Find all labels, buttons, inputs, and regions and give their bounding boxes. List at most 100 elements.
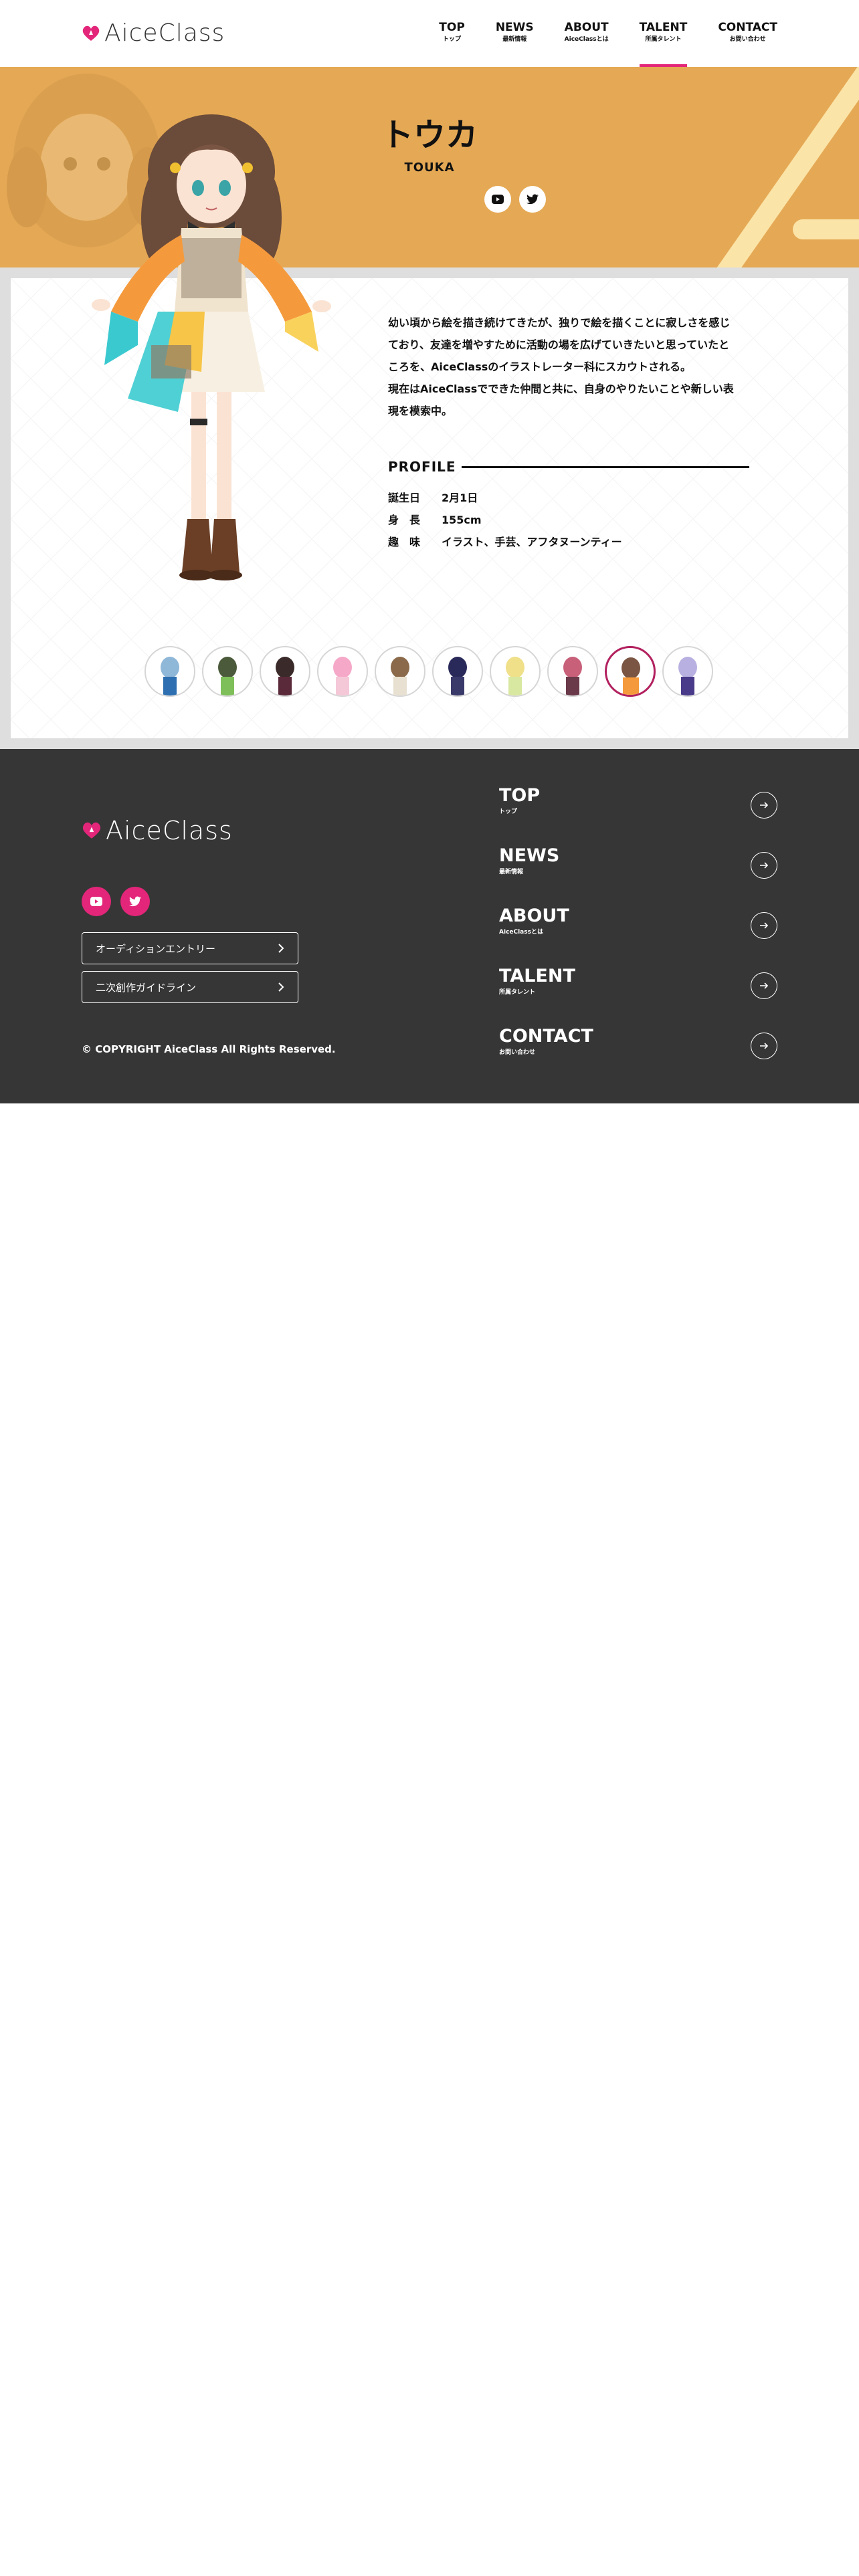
profile-value: 2月1日 bbox=[442, 492, 478, 504]
footer-social-links bbox=[82, 887, 159, 916]
button-label: オーディションエントリー bbox=[96, 942, 215, 955]
button-label: 二次創作ガイドライン bbox=[96, 981, 197, 994]
footer-nav-sublabel: トップ bbox=[499, 809, 518, 815]
talent-avatar-icon bbox=[678, 657, 697, 695]
logo-wordmark: AiceClass bbox=[104, 19, 225, 47]
footer-nav-label: TALENT bbox=[499, 966, 575, 986]
talent-thumbnail[interactable] bbox=[490, 646, 541, 697]
nav-label: TALENT bbox=[639, 21, 688, 34]
youtube-link[interactable] bbox=[82, 887, 111, 916]
nav-label: NEWS bbox=[495, 21, 534, 34]
talent-thumbnail[interactable] bbox=[547, 646, 598, 697]
talent-thumbnail[interactable] bbox=[260, 646, 310, 697]
talent-thumbnail[interactable] bbox=[202, 646, 253, 697]
nav-label: TOP bbox=[439, 21, 465, 34]
talent-avatar-icon bbox=[622, 657, 640, 695]
talent-thumbnail-list bbox=[145, 646, 720, 697]
talent-avatar-icon bbox=[506, 657, 524, 695]
talent-avatar-icon bbox=[563, 657, 582, 695]
footer-nav-sublabel: AiceClassとは bbox=[499, 929, 543, 936]
audition-entry-button[interactable]: オーディションエントリー bbox=[82, 932, 298, 964]
profile-row-birthday: 誕生日 2月1日 bbox=[388, 487, 622, 509]
twitter-link[interactable] bbox=[120, 887, 150, 916]
nav-sublabel: AiceClassとは bbox=[564, 36, 609, 43]
site-header: AiceClass TOP トップ NEWS 最新情報 ABOUT AiceCl… bbox=[0, 0, 859, 67]
arrow-right-icon bbox=[751, 1033, 777, 1059]
youtube-icon bbox=[492, 195, 504, 204]
nav-item-talent[interactable]: TALENT 所属タレント bbox=[639, 20, 688, 67]
footer-nav-sublabel: 所属タレント bbox=[499, 989, 536, 996]
description-line: 幼い頃から絵を描き続けてきたが、独りで絵を描くことに寂しさを感じ bbox=[388, 316, 731, 329]
chevron-right-icon bbox=[278, 982, 284, 992]
talent-thumbnail[interactable] bbox=[145, 646, 195, 697]
arrow-right-icon bbox=[751, 852, 777, 879]
nav-sublabel: 最新情報 bbox=[502, 36, 527, 43]
nav-item-news[interactable]: NEWS 最新情報 bbox=[496, 20, 534, 67]
fan-guideline-button[interactable]: 二次創作ガイドライン bbox=[82, 971, 298, 1003]
youtube-link[interactable] bbox=[484, 186, 511, 213]
talent-avatar-icon bbox=[333, 657, 352, 695]
talent-thumbnail[interactable] bbox=[317, 646, 368, 697]
talent-thumbnail[interactable] bbox=[375, 646, 425, 697]
profile-key: 誕生日 bbox=[388, 492, 421, 504]
twitter-link[interactable] bbox=[519, 186, 546, 213]
arrow-right-icon bbox=[751, 972, 777, 999]
nav-item-about[interactable]: ABOUT AiceClassとは bbox=[565, 20, 609, 67]
profile-heading: PROFILE bbox=[388, 459, 749, 475]
nav-item-top[interactable]: TOP トップ bbox=[439, 20, 465, 67]
talent-avatar-icon bbox=[448, 657, 467, 695]
talent-avatar-icon bbox=[391, 657, 409, 695]
heart-logo-icon bbox=[82, 822, 101, 839]
footer-nav-sublabel: 最新情報 bbox=[499, 869, 524, 875]
nav-sublabel: お問い合わせ bbox=[729, 36, 766, 43]
description-line: ころを、AiceClassのイラストレーター科にスカウトされる。 bbox=[388, 360, 691, 373]
decorative-stripe bbox=[793, 219, 859, 239]
description-line: ており、友達を増やすために活動の場を広げていきたいと思っていたと bbox=[388, 338, 730, 351]
talent-detail-section: 幼い頃から絵を描き続けてきたが、独りで絵を描くことに寂しさを感じ ており、友達を… bbox=[0, 114, 859, 749]
footer-nav-label: TOP bbox=[499, 785, 541, 806]
chevron-right-icon bbox=[278, 944, 284, 953]
talent-thumbnail-selected[interactable] bbox=[605, 646, 656, 697]
youtube-icon bbox=[90, 897, 102, 906]
nav-item-contact[interactable]: CONTACT お問い合わせ bbox=[718, 20, 777, 67]
footer-nav-talent[interactable]: TALENT 所属タレント bbox=[499, 966, 777, 1026]
talent-avatar-icon bbox=[276, 657, 294, 695]
footer-nav-news[interactable]: NEWS 最新情報 bbox=[499, 845, 777, 905]
talent-detail-card: 幼い頃から絵を描き続けてきたが、独りで絵を描くことに寂しさを感じ ており、友達を… bbox=[11, 114, 848, 738]
profile-row-height: 身 長 155cm bbox=[388, 509, 622, 531]
footer-nav-sublabel: お問い合わせ bbox=[499, 1049, 536, 1056]
talent-avatar-icon bbox=[161, 657, 179, 695]
footer-nav-about[interactable]: ABOUT AiceClassとは bbox=[499, 905, 777, 966]
profile-table: 誕生日 2月1日 身 長 155cm 趣 味 イラスト、手芸、アフタヌーンティー bbox=[388, 487, 622, 553]
profile-key: 趣 味 bbox=[388, 536, 421, 548]
description-line: 現在はAiceClassでできた仲間と共に、自身のやりたいことや新しい表 bbox=[388, 383, 734, 395]
nav-sublabel: トップ bbox=[443, 36, 462, 43]
heart-logo-icon bbox=[82, 25, 100, 41]
talent-thumbnail[interactable] bbox=[432, 646, 483, 697]
profile-row-hobby: 趣 味 イラスト、手芸、アフタヌーンティー bbox=[388, 531, 622, 553]
footer-logo[interactable]: AiceClass bbox=[82, 816, 233, 845]
footer-nav-contact[interactable]: CONTACT お問い合わせ bbox=[499, 1026, 777, 1086]
footer-nav-label: NEWS bbox=[499, 845, 560, 866]
profile-heading-text: PROFILE bbox=[388, 459, 456, 475]
footer-nav-top[interactable]: TOP トップ bbox=[499, 785, 777, 845]
arrow-right-icon bbox=[751, 912, 777, 939]
footer-nav: TOP トップ NEWS 最新情報 ABOUT AiceClassとは TALE… bbox=[499, 785, 777, 1086]
talent-character-illustration bbox=[92, 114, 331, 580]
profile-value: 155cm bbox=[442, 514, 482, 526]
arrow-right-icon bbox=[751, 792, 777, 819]
logo-wordmark: AiceClass bbox=[106, 816, 233, 845]
twitter-icon bbox=[129, 896, 141, 907]
talent-thumbnail[interactable] bbox=[662, 646, 713, 697]
talent-description: 幼い頃から絵を描き続けてきたが、独りで絵を描くことに寂しさを感じ ており、友達を… bbox=[388, 312, 749, 422]
profile-value: イラスト、手芸、アフタヌーンティー bbox=[442, 536, 622, 548]
description-line: 現を模索中。 bbox=[388, 405, 453, 417]
talent-social-links bbox=[484, 186, 554, 213]
footer-nav-label: ABOUT bbox=[499, 905, 569, 926]
site-footer: AiceClass オーディションエントリー 二次創作ガイドライン © COPY… bbox=[0, 749, 859, 1103]
talent-avatar-icon bbox=[218, 657, 237, 695]
nav-label: ABOUT bbox=[564, 21, 609, 34]
site-logo[interactable]: AiceClass bbox=[82, 20, 225, 47]
copyright-text: © COPYRIGHT AiceClass All Rights Reserve… bbox=[82, 1043, 336, 1055]
nav-label: CONTACT bbox=[718, 21, 777, 34]
